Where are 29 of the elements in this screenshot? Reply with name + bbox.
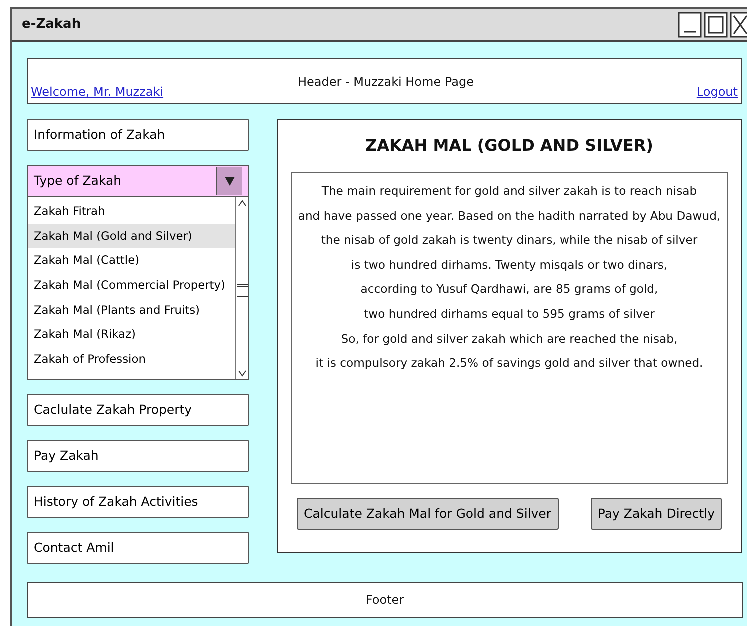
text-line: two hundred dirhams equal to 595 grams of silver	[364, 306, 655, 323]
dropdown-option[interactable]: Zakah Mal (Cattle)	[28, 248, 235, 273]
sidebar-button[interactable]: Caclulate Zakah Property	[27, 394, 249, 426]
action-button[interactable]: Calculate Zakah Mal for Gold and Silver	[297, 498, 559, 530]
dropdown-option[interactable]: Zakah Mal (Plants and Fruits)	[28, 297, 235, 322]
text-line: the nisab of gold zakah is twenty dinars, while the nisab of silver	[321, 232, 698, 250]
text-line: and have passed one year. Based on the hadith narrated by Abu Dawud,	[298, 208, 721, 225]
header-title: Header - Muzzaki Home Page	[298, 74, 474, 91]
action-button[interactable]: Pay Zakah Directly	[590, 498, 722, 530]
footer-text: Footer	[366, 592, 404, 609]
dropdown-option[interactable]: Zakah of Profession	[28, 346, 235, 372]
dropdown-option[interactable]: Zakah Mal (Commercial Property)	[28, 272, 235, 298]
window-title: e-Zakah	[22, 16, 82, 34]
dropdown-option[interactable]: Zakah Mal (Rikaz)	[28, 322, 235, 347]
dropdown-option[interactable]: Zakah Mal (Gold and Silver)	[28, 224, 235, 248]
text-line: So, for gold and silver zakah which are reached the nisab,	[341, 330, 678, 348]
sidebar-button[interactable]: Information of Zakah	[27, 119, 249, 151]
sidebar-button[interactable]: Pay Zakah	[27, 440, 249, 472]
text-line: according to Yusuf Qardhawi, are 85 grams of gold,	[360, 281, 658, 298]
content-title: ZAKAH MAL (GOLD AND SILVER)	[364, 135, 654, 157]
logout-link[interactable]: Logout	[696, 83, 738, 101]
welcome-link[interactable]: Welcome, Mr. Muzzaki	[31, 83, 164, 101]
dropdown-option[interactable]: Zakah Fitrah	[28, 199, 235, 224]
text-line: The main requirement for gold and silver zakah is to reach nisab	[322, 183, 698, 200]
dropdown[interactable]: Type of Zakah	[27, 165, 249, 197]
text-line: it is compulsory zakah 2.5% of savings gold and silver that owned.	[316, 355, 704, 372]
text-line: is two hundred dirhams. Twenty misqals or two dinars,	[351, 256, 668, 274]
sidebar-button[interactable]: Contact Amil	[27, 532, 249, 564]
sidebar-button[interactable]: History of Zakah Activities	[27, 486, 249, 518]
